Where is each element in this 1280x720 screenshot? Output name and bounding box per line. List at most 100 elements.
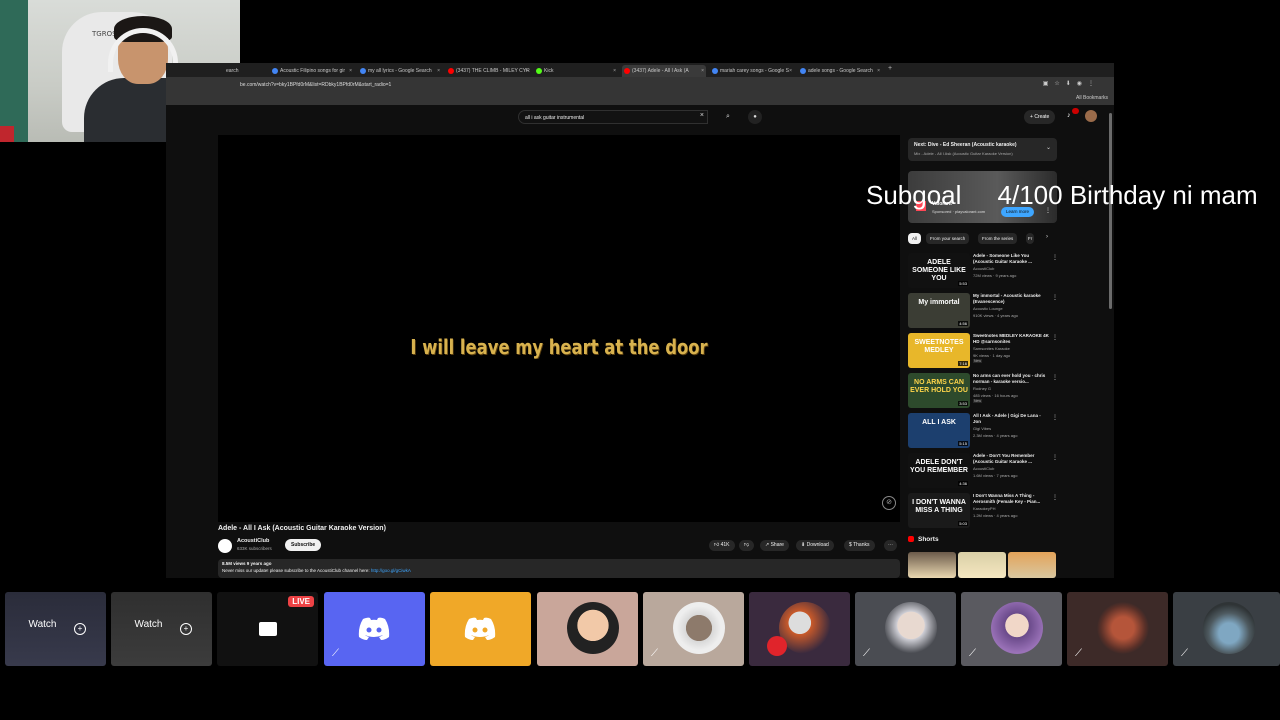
more-vert-icon[interactable]: ⋮ bbox=[1052, 414, 1058, 421]
tab-5-active[interactable]: (3437) Adele - All I Ask (A × bbox=[622, 65, 706, 77]
tab-0[interactable]: earch bbox=[224, 65, 248, 77]
video-title[interactable]: Sweetnotes MEDLEY KARAOKE 4K HD @sarnson… bbox=[973, 333, 1049, 345]
stream-tile-watch[interactable]: Watch + bbox=[111, 592, 212, 666]
search-input[interactable] bbox=[525, 113, 695, 122]
toolbar-icons[interactable]: ▣☆⬇◉⋮ bbox=[1043, 80, 1100, 87]
clear-icon[interactable]: × bbox=[700, 112, 704, 119]
close-icon[interactable]: × bbox=[789, 65, 792, 77]
video-thumbnail[interactable]: ADELE DON'T YOU REMEMBER 4:36 bbox=[908, 453, 970, 488]
search-icon[interactable]: ⌕ bbox=[720, 110, 736, 124]
channel-name[interactable]: KaraokeyPH bbox=[973, 506, 995, 511]
recommendation-item[interactable]: NO ARMS CAN EVER HOLD YOU 3:53 No arms can… bbox=[908, 373, 1058, 409]
new-tab-button[interactable]: + bbox=[888, 65, 892, 72]
chip-from-the-series[interactable]: From the series bbox=[978, 233, 1018, 244]
tab-7[interactable]: adele songs - Google Search × bbox=[798, 65, 882, 77]
more-vert-icon[interactable]: ⋮ bbox=[1052, 494, 1058, 501]
recommendation-item[interactable]: SWEETNOTES MEDLEY 7:16 Sweetnotes MEDLEY K… bbox=[908, 333, 1058, 369]
thanks-button[interactable]: $ Thanks bbox=[844, 540, 875, 551]
dislike-button[interactable]: 👎︎ bbox=[739, 540, 755, 551]
chip-more[interactable]: Fr bbox=[1026, 233, 1035, 244]
close-icon[interactable]: × bbox=[349, 65, 352, 77]
recommendation-item[interactable]: My immortal 4:56 My immortal - Acoustic ka… bbox=[908, 293, 1058, 329]
like-button[interactable]: 👍︎ 41K bbox=[709, 540, 735, 551]
more-button[interactable]: ⋯ bbox=[884, 540, 897, 551]
user-tile[interactable]: ⟋ bbox=[643, 592, 744, 666]
avatar[interactable] bbox=[1085, 110, 1097, 122]
video-thumbnail[interactable]: ALL I ASK 5:15 bbox=[908, 413, 970, 448]
more-vert-icon[interactable]: ⋮ bbox=[1052, 294, 1058, 301]
chevron-down-icon[interactable]: ⌄ bbox=[1046, 144, 1051, 151]
recommendation-item[interactable]: ALL I ASK 5:15 All I Ask - Adele | Gigi De… bbox=[908, 413, 1058, 449]
url-field[interactable]: be.com/watch?v=bky1BPfd0rM&list=RDbky1BP… bbox=[240, 80, 1070, 90]
video-thumbnail[interactable]: NO ARMS CAN EVER HOLD YOU 3:53 bbox=[908, 373, 970, 408]
video-thumbnail[interactable]: SWEETNOTES MEDLEY 7:16 bbox=[908, 333, 970, 368]
close-icon[interactable]: × bbox=[613, 65, 616, 77]
subscribe-button[interactable]: Subscribe bbox=[285, 539, 322, 551]
tab-2[interactable]: my all lyrics - Google Search × bbox=[358, 65, 442, 77]
user-tile[interactable] bbox=[430, 592, 531, 666]
tab-4[interactable]: Kick × bbox=[534, 65, 618, 77]
video-title[interactable]: I Don't Wanna Miss A Thing - Aerosmith (… bbox=[973, 493, 1049, 505]
download-button[interactable]: ⬇ Download bbox=[796, 540, 834, 551]
channel-name[interactable]: AcoustiClub bbox=[973, 266, 994, 271]
short-thumbnail[interactable] bbox=[958, 552, 1006, 578]
video-title[interactable]: Adele - Someone Like You (Acoustic Guita… bbox=[973, 253, 1049, 265]
all-bookmarks[interactable]: All Bookmarks bbox=[1076, 95, 1108, 101]
scrollbar-thumb[interactable] bbox=[1109, 113, 1112, 309]
create-button[interactable]: + Create bbox=[1024, 110, 1056, 124]
watch-stream-icon[interactable]: + bbox=[180, 623, 192, 635]
scrollbar[interactable] bbox=[1109, 105, 1113, 578]
close-icon[interactable]: × bbox=[701, 65, 704, 77]
more-vert-icon[interactable]: ⋮ bbox=[1052, 454, 1058, 461]
user-tile[interactable]: ⟋ bbox=[855, 592, 956, 666]
close-icon[interactable]: × bbox=[525, 65, 528, 77]
chevron-right-icon[interactable]: › bbox=[1046, 234, 1048, 240]
user-tile[interactable]: ⟋ bbox=[324, 592, 425, 666]
mic-icon[interactable]: ● bbox=[748, 110, 762, 124]
video-player[interactable]: I will leave my heart at the door ⊘ bbox=[218, 135, 900, 522]
short-thumbnail[interactable] bbox=[908, 552, 956, 578]
user-tile[interactable]: ⟋ bbox=[961, 592, 1062, 666]
close-icon[interactable]: × bbox=[437, 65, 440, 77]
tab-6[interactable]: mariah carey songs - Google S × bbox=[710, 65, 794, 77]
recommendation-item[interactable]: ADELE DON'T YOU REMEMBER 4:36 Adele - Don'… bbox=[908, 453, 1058, 489]
video-title[interactable]: Adele - Don't You Remember (Acoustic Gui… bbox=[973, 453, 1049, 465]
user-tile[interactable]: ⟋ bbox=[1067, 592, 1168, 666]
share-button[interactable]: ↗ Share bbox=[760, 540, 789, 551]
tab-3[interactable]: (3437) THE CLIMB - MILEY CYR × bbox=[446, 65, 530, 77]
more-vert-icon[interactable]: ⋮ bbox=[1052, 334, 1058, 341]
video-thumbnail[interactable]: My immortal 4:56 bbox=[908, 293, 970, 328]
short-thumbnail[interactable] bbox=[1008, 552, 1056, 578]
video-title[interactable]: My immortal - Acoustic karaoke (Evanesce… bbox=[973, 293, 1049, 305]
tab-1[interactable]: Acoustic Filipino songs for gir × bbox=[270, 65, 354, 77]
recommendation-item[interactable]: ADELE SOMEONE LIKE YOU 5:53 Adele - Someon… bbox=[908, 253, 1058, 289]
video-title[interactable]: All I Ask - Adele | Gigi De Lana - Jon bbox=[973, 413, 1049, 425]
stream-tile-watch[interactable]: Watch + bbox=[5, 592, 106, 666]
description-link[interactable]: http://goo.gl/gCiwkA bbox=[371, 568, 411, 573]
recommendation-item[interactable]: I DON'T WANNA MISS A THING 5:03 I Don't Wa… bbox=[908, 493, 1058, 529]
channel-name[interactable]: AcoustiClub bbox=[237, 538, 269, 544]
channel-avatar[interactable] bbox=[218, 539, 232, 553]
watch-label: Watch bbox=[134, 619, 163, 630]
stream-tile-live[interactable]: LIVE bbox=[217, 592, 318, 666]
video-thumbnail[interactable]: ADELE SOMEONE LIKE YOU 5:53 bbox=[908, 253, 970, 288]
channel-name[interactable]: Samsonites Karaoke bbox=[973, 346, 1010, 351]
video-thumbnail[interactable]: I DON'T WANNA MISS A THING 5:03 bbox=[908, 493, 970, 528]
user-tile[interactable] bbox=[537, 592, 638, 666]
channel-name[interactable]: Acoustic Lounge bbox=[973, 306, 1003, 311]
watch-stream-icon[interactable]: + bbox=[74, 623, 86, 635]
more-vert-icon[interactable]: ⋮ bbox=[1052, 374, 1058, 381]
description-box[interactable]: 8.5M views 9 years ago Never miss our up… bbox=[218, 559, 900, 578]
close-icon[interactable]: × bbox=[877, 65, 880, 77]
more-vert-icon[interactable]: ⋮ bbox=[1052, 254, 1058, 261]
user-tile[interactable] bbox=[749, 592, 850, 666]
bell-icon[interactable]: ♪ bbox=[1067, 111, 1077, 121]
user-tile[interactable]: ⟋ bbox=[1173, 592, 1280, 666]
chip-all[interactable]: All bbox=[908, 233, 922, 244]
channel-name[interactable]: AcoustiClub bbox=[973, 466, 994, 471]
video-title[interactable]: No arms can ever hold you - chris norman… bbox=[973, 373, 1049, 385]
channel-name[interactable]: Rodney G bbox=[973, 386, 991, 391]
up-next-panel[interactable]: Next: Dive - Ed Sheeran (Acoustic karaok… bbox=[908, 138, 1057, 161]
chip-from-your-search[interactable]: From your search bbox=[926, 233, 970, 244]
channel-name[interactable]: Gigi Vibes bbox=[973, 426, 991, 431]
